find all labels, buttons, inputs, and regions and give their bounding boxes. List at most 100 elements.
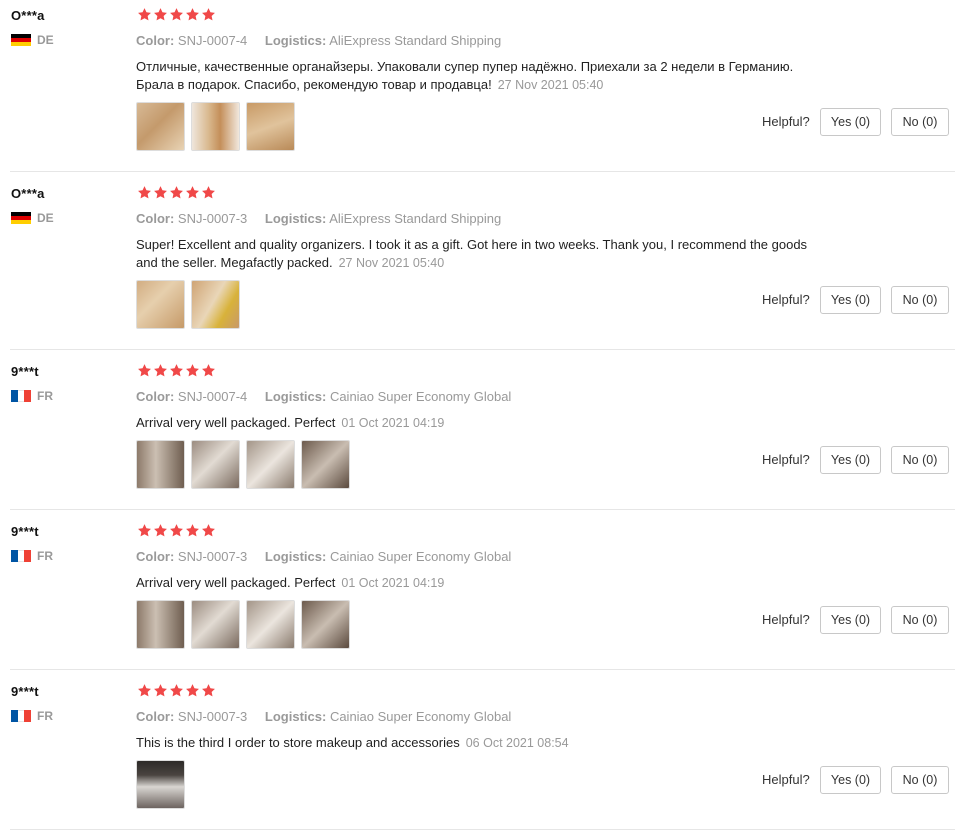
logistics-label: Logistics: (264, 709, 327, 724)
country-code: DE (37, 211, 54, 225)
review-photos (136, 760, 185, 809)
review-item: O***a DE Color: SNJ-0007-3 Logistics: Al… (0, 178, 975, 338)
star-rating (137, 363, 216, 378)
reviewer-name: 9***t (11, 524, 39, 539)
france-flag-icon (11, 390, 32, 402)
star-icon (153, 185, 168, 200)
review-text-line: and the seller. Megafactly packed. (136, 255, 333, 270)
helpful-yes-button[interactable]: Yes (0) (820, 606, 881, 634)
helpful-no-button[interactable]: No (0) (891, 108, 949, 136)
star-icon (201, 523, 216, 538)
helpful-no-button[interactable]: No (0) (891, 766, 949, 794)
star-icon (137, 683, 152, 698)
star-icon (153, 523, 168, 538)
helpful-no-button[interactable]: No (0) (891, 286, 949, 314)
color-label: Color: (136, 709, 175, 724)
review-photo[interactable] (136, 280, 185, 329)
review-divider (10, 669, 955, 670)
review-divider (10, 349, 955, 350)
helpful-label: Helpful? (762, 772, 810, 787)
color-value: SNJ-0007-3 (177, 211, 248, 226)
review-item: O***a DE Color: SNJ-0007-4 Logistics: Al… (0, 0, 975, 160)
star-icon (185, 523, 200, 538)
review-date: 01 Oct 2021 04:19 (341, 416, 445, 430)
review-photo[interactable] (246, 102, 295, 151)
logistics-value: Cainiao Super Economy Global (329, 709, 512, 724)
review-photo[interactable] (191, 440, 240, 489)
review-text: Super! Excellent and quality organizers.… (136, 236, 856, 272)
review-photo[interactable] (136, 760, 185, 809)
reviewer-country: FR (11, 549, 53, 563)
review-text: Отличные, качественные органайзеры. Упак… (136, 58, 856, 94)
star-icon (185, 7, 200, 22)
review-text-line: Arrival very well packaged. Perfect (136, 575, 336, 590)
star-icon (185, 363, 200, 378)
review-photo[interactable] (136, 600, 185, 649)
review-text-line: This is the third I order to store makeu… (136, 735, 460, 750)
star-icon (185, 185, 200, 200)
helpful-yes-button[interactable]: Yes (0) (820, 446, 881, 474)
color-value: SNJ-0007-3 (177, 709, 248, 724)
color-value: SNJ-0007-4 (177, 389, 248, 404)
star-rating (137, 185, 216, 200)
review-photo[interactable] (246, 600, 295, 649)
star-icon (153, 363, 168, 378)
star-icon (153, 7, 168, 22)
review-photo[interactable] (246, 440, 295, 489)
review-date: 27 Nov 2021 05:40 (497, 78, 604, 92)
germany-flag-icon (11, 34, 31, 46)
review-date: 27 Nov 2021 05:40 (338, 256, 445, 270)
review-photo[interactable] (136, 102, 185, 151)
review-meta: Color: SNJ-0007-3 Logistics: Cainiao Sup… (136, 549, 511, 564)
star-rating (137, 523, 216, 538)
france-flag-icon (11, 710, 32, 722)
germany-flag-icon (11, 212, 31, 224)
review-text-line: Брала в подарок. Спасибо, рекомендую тов… (136, 77, 492, 92)
star-icon (201, 7, 216, 22)
helpful-no-button[interactable]: No (0) (891, 606, 949, 634)
review-date: 01 Oct 2021 04:19 (341, 576, 445, 590)
helpful-yes-button[interactable]: Yes (0) (820, 766, 881, 794)
helpful-yes-button[interactable]: Yes (0) (820, 108, 881, 136)
star-icon (201, 683, 216, 698)
reviewer-name: 9***t (11, 364, 39, 379)
review-meta: Color: SNJ-0007-3 Logistics: Cainiao Sup… (136, 709, 511, 724)
logistics-value: AliExpress Standard Shipping (329, 211, 502, 226)
star-icon (137, 523, 152, 538)
color-value: SNJ-0007-4 (177, 33, 248, 48)
star-icon (137, 7, 152, 22)
review-item: 9***t FR Color: SNJ-0007-3 Logistics: Ca… (0, 676, 975, 830)
review-meta: Color: SNJ-0007-3 Logistics: AliExpress … (136, 211, 501, 226)
logistics-label: Logistics: (264, 549, 327, 564)
review-text: Arrival very well packaged. Perfect 01 Oc… (136, 414, 856, 432)
review-photo[interactable] (191, 600, 240, 649)
helpful-no-button[interactable]: No (0) (891, 446, 949, 474)
logistics-label: Logistics: (264, 389, 327, 404)
review-photos (136, 600, 350, 649)
france-flag-icon (11, 550, 32, 562)
star-rating (137, 7, 216, 22)
helpful-label: Helpful? (762, 452, 810, 467)
review-divider (10, 171, 955, 172)
review-text: This is the third I order to store makeu… (136, 734, 856, 752)
reviewer-country: FR (11, 709, 53, 723)
color-label: Color: (136, 211, 175, 226)
review-photo[interactable] (301, 600, 350, 649)
review-photos (136, 102, 295, 151)
helpful-yes-button[interactable]: Yes (0) (820, 286, 881, 314)
review-photos (136, 280, 240, 329)
country-code: FR (37, 709, 53, 723)
star-icon (169, 363, 184, 378)
review-photo[interactable] (136, 440, 185, 489)
review-divider (10, 509, 955, 510)
color-label: Color: (136, 33, 175, 48)
review-photo[interactable] (191, 102, 240, 151)
star-icon (185, 683, 200, 698)
helpful-label: Helpful? (762, 612, 810, 627)
review-text-line: Отличные, качественные органайзеры. Упак… (136, 59, 794, 74)
reviewer-country: FR (11, 389, 53, 403)
review-photo[interactable] (191, 280, 240, 329)
review-photos (136, 440, 350, 489)
helpful-label: Helpful? (762, 292, 810, 307)
review-photo[interactable] (301, 440, 350, 489)
